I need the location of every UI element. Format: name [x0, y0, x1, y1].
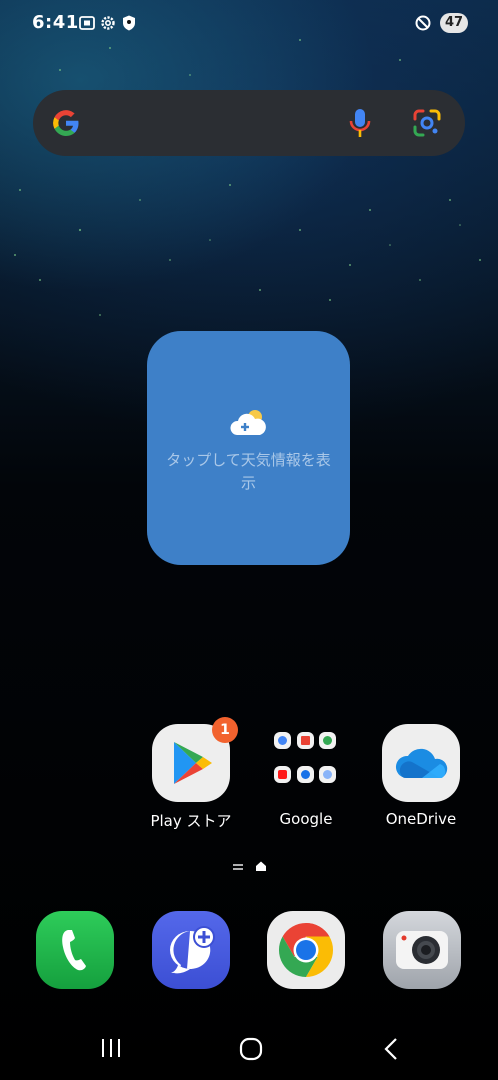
app-google-folder[interactable]: Google [256, 724, 356, 828]
onedrive-icon [382, 724, 460, 802]
settings-icon [101, 16, 115, 30]
weather-widget[interactable]: タップして天気情報を表示 [147, 331, 350, 565]
google-logo-icon [53, 110, 79, 136]
google-folder-icon [267, 724, 345, 802]
camera-icon[interactable] [383, 911, 461, 989]
app-label: Play ストア [150, 812, 232, 830]
google-lens-icon[interactable] [411, 107, 443, 139]
app-label: OneDrive [385, 810, 457, 828]
weather-prompt-text: タップして天気情報を表示 [166, 451, 331, 492]
microphone-icon[interactable] [346, 107, 374, 139]
screenshot-icon [79, 16, 95, 30]
menu-lines-icon [233, 864, 243, 870]
status-bar: 6:41 47 [0, 0, 498, 48]
google-search-bar[interactable] [33, 90, 465, 156]
recents-icon[interactable] [100, 1036, 122, 1060]
chrome-icon[interactable] [267, 911, 345, 989]
home-icon[interactable] [238, 1036, 264, 1062]
status-time: 6:41 [32, 12, 79, 33]
battery-level: 47 [440, 13, 468, 33]
page-indicator[interactable] [0, 857, 498, 877]
add-weather-cloud-icon [230, 410, 266, 435]
phone-icon[interactable] [36, 911, 114, 989]
shield-icon [123, 15, 135, 31]
messages-icon[interactable] [152, 911, 230, 989]
navigation-bar [0, 1020, 498, 1080]
app-play-store[interactable]: 1 Play ストア [141, 717, 241, 831]
star-field [14, 39, 481, 316]
play-store-icon: 1 [152, 717, 238, 802]
notification-badge: 1 [212, 717, 238, 743]
do-not-disturb-icon [415, 15, 431, 31]
home-dot-icon [256, 861, 266, 871]
app-label: Google [279, 810, 333, 828]
app-onedrive[interactable]: OneDrive [371, 724, 471, 828]
back-icon[interactable] [380, 1036, 402, 1062]
